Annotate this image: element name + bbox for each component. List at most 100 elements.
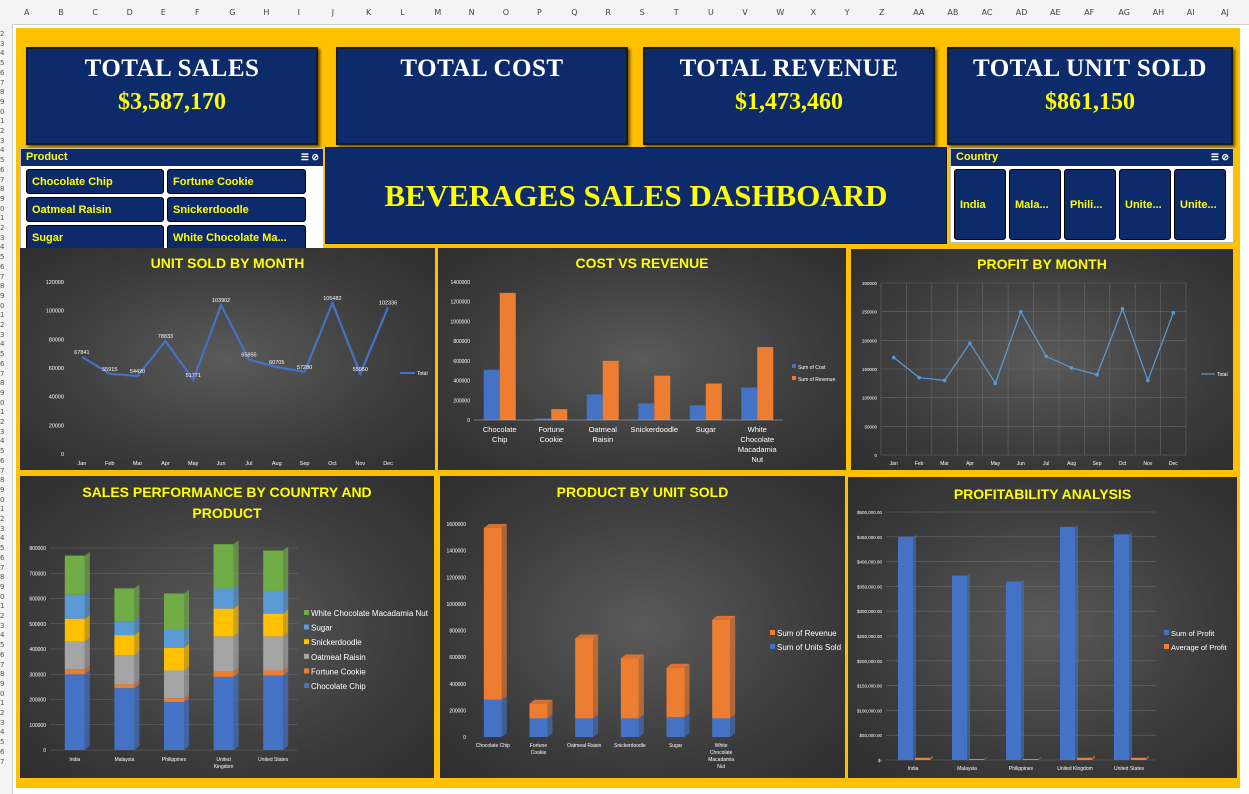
row-number[interactable]: 4 [0, 146, 4, 154]
column-letter[interactable]: AE [1050, 8, 1061, 17]
slicer-item-united-states[interactable]: Unite... [1174, 169, 1226, 240]
slicer-item-malaysia[interactable]: Mala... [1009, 169, 1061, 240]
slicer-item-united-kingdom[interactable]: Unite... [1119, 169, 1171, 240]
row-number[interactable]: 0 [0, 496, 4, 504]
column-letter[interactable]: H [263, 8, 269, 17]
row-number[interactable]: 7 [0, 79, 4, 87]
row-number[interactable]: 8 [0, 573, 4, 581]
row-number[interactable]: 9 [0, 680, 4, 688]
column-letter[interactable]: O [503, 8, 509, 17]
panel-unit-sold-by-month[interactable]: UNIT SOLD BY MONTH 0 20000 40000 60000 80000… [20, 248, 435, 470]
column-letter[interactable]: AC [982, 8, 993, 17]
column-letter[interactable]: G [229, 8, 235, 17]
row-number[interactable]: 0 [0, 302, 4, 310]
column-letter[interactable]: AF [1084, 8, 1094, 17]
row-number[interactable]: 3 [0, 428, 4, 436]
row-number[interactable]: 4 [0, 728, 4, 736]
row-number[interactable]: 8 [0, 670, 4, 678]
row-number[interactable]: 7 [0, 467, 4, 475]
row-number[interactable]: 7 [0, 273, 4, 281]
row-number[interactable]: 4 [0, 243, 4, 251]
row-number[interactable]: 4 [0, 340, 4, 348]
row-number[interactable]: 0 [0, 108, 4, 116]
column-letter[interactable]: AJ [1221, 8, 1229, 17]
column-letter[interactable]: AB [947, 8, 958, 17]
column-letter[interactable]: W [776, 8, 784, 17]
column-letter[interactable]: V [742, 8, 747, 17]
column-letter[interactable]: AG [1118, 8, 1130, 17]
slicer-item-white-chocolate[interactable]: White Chocolate Ma... [167, 225, 306, 250]
column-letter[interactable]: I [298, 8, 300, 17]
row-number[interactable]: 2 [0, 418, 4, 426]
column-letter[interactable]: L [400, 8, 404, 17]
row-number[interactable]: 7 [0, 564, 4, 572]
slicer-item-snickerdoodle[interactable]: Snickerdoodle [167, 197, 306, 222]
row-number[interactable]: 0 [0, 399, 4, 407]
row-number[interactable]: 1 [0, 408, 4, 416]
row-number[interactable]: 2 [0, 709, 4, 717]
column-letter[interactable]: AH [1153, 8, 1165, 17]
clear-filter-icon[interactable]: ⊘ [1221, 152, 1229, 162]
row-number[interactable]: 1 [0, 214, 4, 222]
slicer-item-sugar[interactable]: Sugar [26, 225, 164, 250]
column-letter[interactable]: X [811, 8, 816, 17]
row-number[interactable]: 6 [0, 651, 4, 659]
row-number[interactable]: 8 [0, 476, 4, 484]
row-number[interactable]: 9 [0, 98, 4, 106]
slicer-item-india[interactable]: India [954, 169, 1006, 240]
column-letter[interactable]: N [469, 8, 475, 17]
column-letter[interactable]: T [674, 8, 679, 17]
column-letter[interactable]: F [195, 8, 200, 17]
row-number[interactable]: 5 [0, 59, 4, 67]
row-number[interactable]: 1 [0, 699, 4, 707]
row-number[interactable]: 5 [0, 447, 4, 455]
panel-product-by-unit-sold[interactable]: PRODUCT BY UNIT SOLD 0 200000 400000 600000… [440, 476, 845, 778]
multi-select-icon[interactable]: ☰ [1211, 152, 1219, 162]
row-number[interactable]: 8 [0, 379, 4, 387]
row-number[interactable]: 7 [0, 758, 4, 766]
row-number[interactable]: 1 [0, 311, 4, 319]
row-number[interactable]: 9 [0, 389, 4, 397]
row-number[interactable]: 9 [0, 292, 4, 300]
row-number[interactable]: 3 [0, 137, 4, 145]
column-letter[interactable]: U [708, 8, 714, 17]
row-number[interactable]: 9 [0, 195, 4, 203]
row-number[interactable]: 4 [0, 631, 4, 639]
row-number[interactable]: 6 [0, 748, 4, 756]
row-number[interactable]: 6 [0, 457, 4, 465]
row-number[interactable]: 2 [0, 224, 4, 232]
column-letter[interactable]: Q [571, 8, 577, 17]
row-number[interactable]: 8 [0, 282, 4, 290]
panel-sales-by-country[interactable]: SALES PERFORMANCE BY COUNTRY AND PRODUCT… [20, 476, 434, 778]
row-number[interactable]: 7 [0, 370, 4, 378]
row-number[interactable]: 0 [0, 205, 4, 213]
row-number[interactable]: 6 [0, 360, 4, 368]
column-letter[interactable]: R [605, 8, 611, 17]
panel-profitability-analysis[interactable]: PROFITABILITY ANALYSIS $- $50,000.00 $100,… [848, 477, 1237, 778]
row-number[interactable]: 4 [0, 49, 4, 57]
panel-profit-by-month[interactable]: PROFIT BY MONTH 0 50000 100000 150000 200000… [851, 249, 1233, 470]
column-letter[interactable]: AD [1016, 8, 1028, 17]
row-number[interactable]: 2 [0, 612, 4, 620]
column-letter[interactable]: Y [845, 8, 850, 17]
column-letter[interactable]: C [92, 8, 98, 17]
multi-select-icon[interactable]: ☰ [301, 152, 309, 162]
column-letter[interactable]: S [640, 8, 645, 17]
panel-cost-vs-revenue[interactable]: COST VS REVENUE 0 200000 400000 600000 80000… [438, 248, 846, 470]
row-number[interactable]: 2 [0, 321, 4, 329]
row-number[interactable]: 9 [0, 486, 4, 494]
row-number[interactable]: 3 [0, 525, 4, 533]
row-number[interactable]: 5 [0, 253, 4, 261]
row-number[interactable]: 7 [0, 176, 4, 184]
slicer-item-oatmeal-raisin[interactable]: Oatmeal Raisin [26, 197, 164, 222]
row-number[interactable]: 3 [0, 331, 4, 339]
row-number[interactable]: 2 [0, 515, 4, 523]
row-number[interactable]: 2 [0, 30, 4, 38]
row-number[interactable]: 3 [0, 622, 4, 630]
row-number[interactable]: 6 [0, 554, 4, 562]
row-number[interactable]: 6 [0, 263, 4, 271]
column-letter[interactable]: AA [913, 8, 924, 17]
row-number[interactable]: 5 [0, 544, 4, 552]
row-number[interactable]: 0 [0, 690, 4, 698]
clear-filter-icon[interactable]: ⊘ [311, 152, 319, 162]
